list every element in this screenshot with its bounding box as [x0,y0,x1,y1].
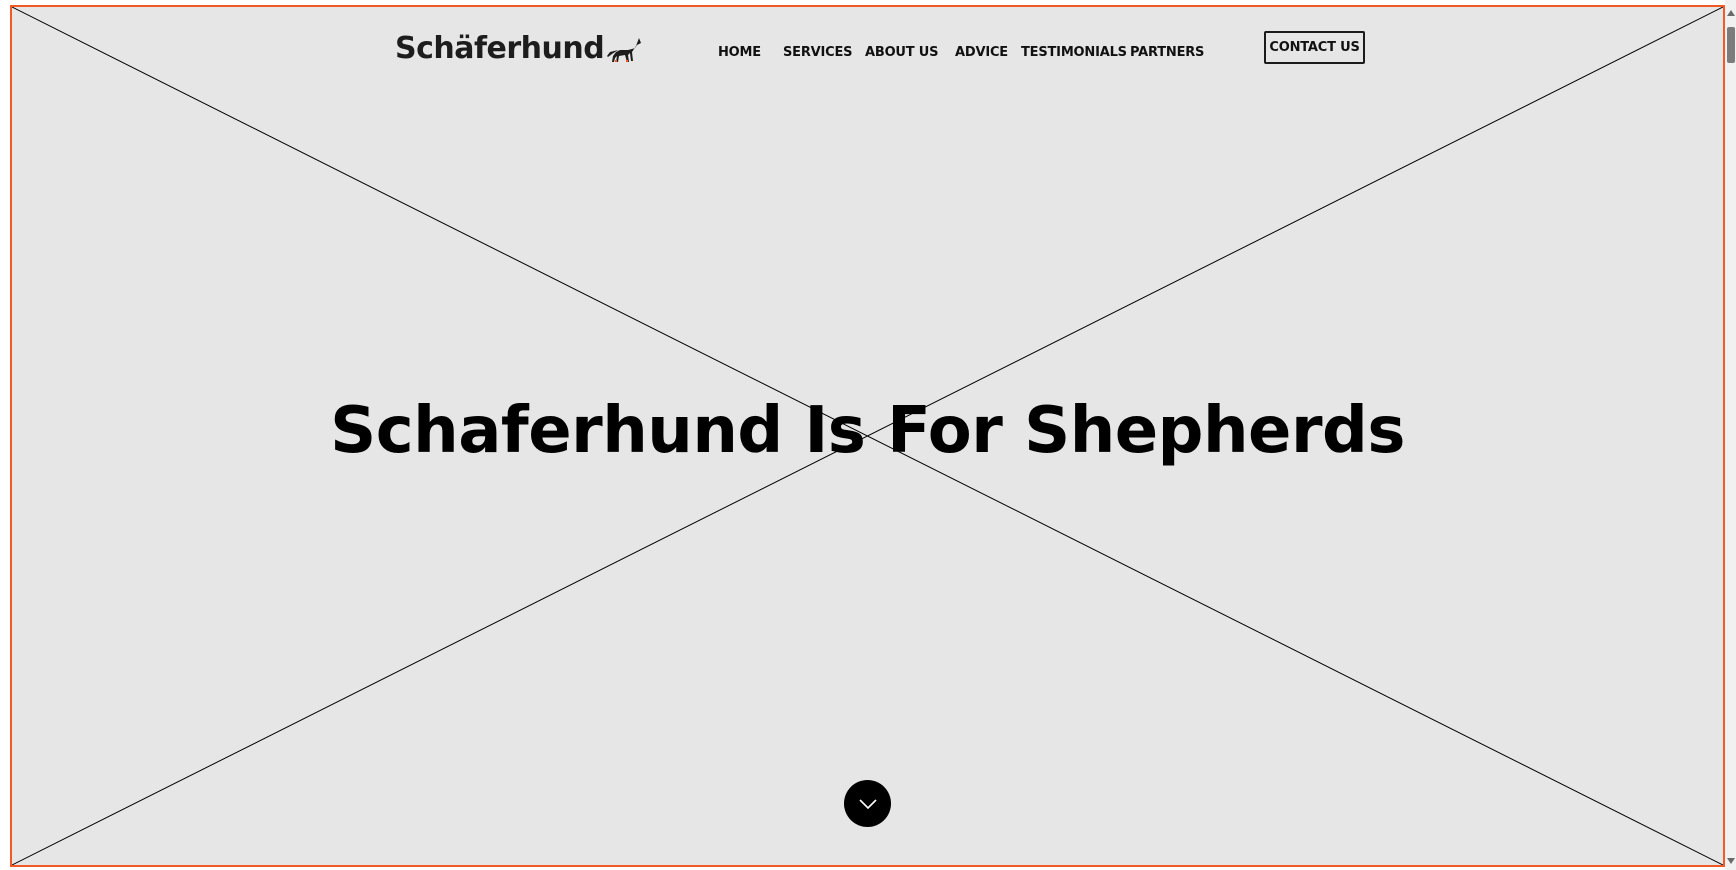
nav-testimonials[interactable]: TESTIMONIALS [1021,45,1127,60]
contact-us-button[interactable]: CONTACT US [1264,31,1365,64]
page-scrollbar[interactable] [1725,0,1736,870]
site-logo[interactable]: Schäferhund [395,29,642,69]
hero-title: Schaferhund Is For Shepherds [330,394,1405,468]
scroll-down-arrow-icon[interactable] [1727,858,1735,864]
logo-text: Schäferhund [395,31,605,66]
hero-section: Schäferhund HOME SERVICES ABOUT US ADVIC… [10,5,1725,867]
nav-services[interactable]: SERVICES [783,45,853,60]
nav-about-us[interactable]: ABOUT US [865,45,938,60]
scroll-up-arrow-icon[interactable] [1727,10,1735,16]
nav-partners[interactable]: PARTNERS [1130,45,1204,60]
nav-home[interactable]: HOME [718,45,761,60]
chevron-down-icon [858,798,877,809]
nav-advice[interactable]: ADVICE [955,45,1008,60]
german-shepherd-dog-icon [607,38,642,62]
scroll-down-button[interactable] [844,780,891,827]
scrollbar-thumb[interactable] [1727,27,1735,63]
